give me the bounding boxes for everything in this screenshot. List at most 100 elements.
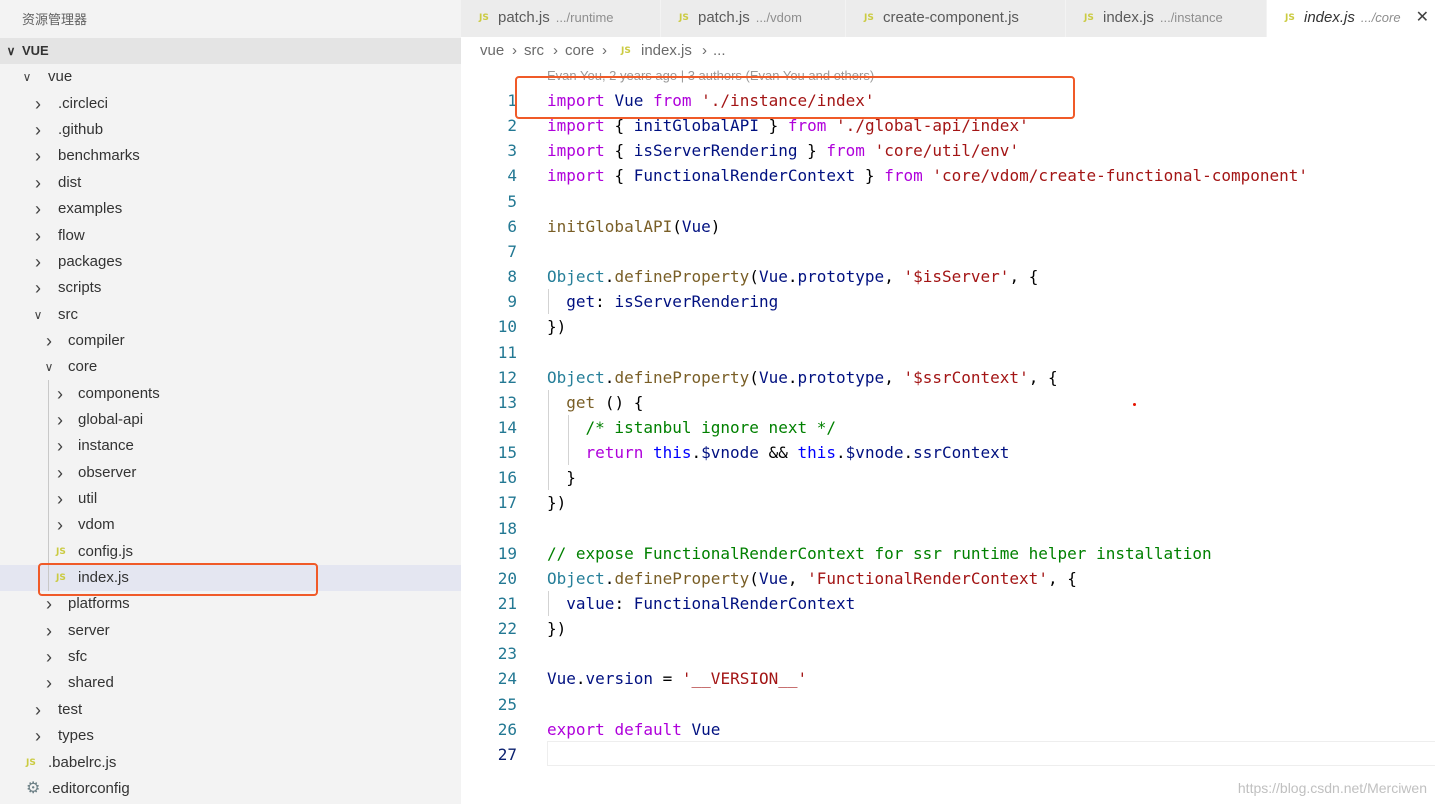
code-line[interactable]: 6 initGlobalAPI(Vue) [461,214,1435,239]
breadcrumb-item[interactable]: ... [713,37,726,65]
annotation-box-index-js [38,563,318,596]
code-line[interactable]: 16 } [461,465,1435,490]
code-line[interactable]: 19 // expose FunctionalRenderContext for … [461,541,1435,566]
editor-tab[interactable]: JS patch.js .../vdom [661,0,846,37]
tree-item-label: flow [58,226,85,244]
tree-root-label: VUE [22,43,49,58]
tree-item[interactable]: › global-api [0,407,461,433]
code-line[interactable]: 25 [461,692,1435,717]
code-line[interactable]: 14 /* istanbul ignore next */ [461,415,1435,440]
code-line[interactable]: 7 [461,239,1435,264]
annotation-box-import-line [515,76,1075,119]
code-line[interactable]: 13 get () { [461,390,1435,415]
editor-tab[interactable]: JS create-component.js [846,0,1066,37]
line-number: 4 [507,166,517,186]
code-line[interactable]: 20 Object.defineProperty(Vue, 'Functional… [461,566,1435,591]
code-line[interactable]: 22}) [461,616,1435,641]
code-line[interactable]: 11 [461,340,1435,365]
breadcrumb-item[interactable]: index.js [641,37,692,65]
tree-item[interactable]: › instance [0,433,461,459]
tab-filename: index.js [1304,9,1355,26]
tree-item[interactable]: › util [0,486,461,512]
editor-tab[interactable]: JS patch.js .../runtime [461,0,661,37]
chevron-right-icon: › [46,647,52,668]
code-line[interactable]: 27 [461,742,1435,767]
chevron-right-icon: › [35,172,41,193]
chevron-right-icon: › [35,726,41,747]
tree-item[interactable]: › .circleci [0,91,461,117]
js-file-icon: JS [479,13,489,23]
code-line[interactable]: 24 Vue.version = '__VERSION__' [461,666,1435,691]
code-line[interactable]: 18 [461,516,1435,541]
chevron-right-icon: › [512,42,517,59]
code-line[interactable]: 8 Object.defineProperty(Vue.prototype, '$… [461,264,1435,289]
breadcrumb-item[interactable]: vue [480,37,504,65]
code-line[interactable]: 15 return this.$vnode && this.$vnode.ssr… [461,440,1435,465]
tree-item[interactable]: › vdom [0,512,461,538]
tree-item[interactable]: › benchmarks [0,143,461,169]
tree-item-label: server [68,621,110,639]
close-icon[interactable]: ✕ [1416,0,1429,36]
code-line[interactable]: 26 export default Vue [461,717,1435,742]
tree-item[interactable]: › examples [0,196,461,222]
code-line[interactable]: 12 Object.defineProperty(Vue.prototype, '… [461,365,1435,390]
code-text: value: FunctionalRenderContext [566,594,856,613]
tab-description: .../runtime [555,10,614,25]
tree-item[interactable]: ∨ core [0,354,461,380]
editor-tab-bar: JS patch.js .../runtime JS patch.js .../vdom J… [461,0,1435,37]
line-number: 3 [507,141,517,161]
tree-item[interactable]: JS config.js [0,539,461,565]
chevron-right-icon: › [35,93,41,114]
code-text: /* istanbul ignore next */ [585,417,836,437]
tree-item[interactable]: › scripts [0,275,461,301]
breadcrumb-item[interactable]: core [565,37,594,65]
tree-item-label: components [78,384,160,402]
tree-item[interactable]: › .github [0,117,461,143]
tree-item[interactable]: › types [0,723,461,749]
line-number: 20 [497,568,517,588]
code-line[interactable]: 9 get: isServerRendering [461,289,1435,314]
chevron-right-icon: › [35,225,41,246]
line-number: 16 [497,468,517,488]
code-line[interactable]: 17}) [461,490,1435,515]
tree-item[interactable]: JS .babelrc.js [0,750,461,776]
code-line[interactable]: 21 value: FunctionalRenderContext [461,591,1435,616]
tree-item[interactable]: ⚙ .editorconfig [0,776,461,802]
line-number: 2 [507,116,517,136]
tree-indent-guide [48,380,49,591]
tree-item[interactable]: › flow [0,223,461,249]
tree-item[interactable]: › test [0,697,461,723]
tree-item[interactable]: › compiler [0,328,461,354]
line-number: 14 [497,417,517,437]
js-file-icon: JS [1285,13,1295,23]
tree-item-label: packages [58,252,123,270]
editor-tab[interactable]: JS index.js .../core ✕ [1267,0,1435,37]
chevron-right-icon: › [57,489,63,509]
tree-root-vue[interactable]: ∨ VUE [0,38,461,64]
code-line[interactable]: 23 [461,641,1435,666]
tree-item[interactable]: › components [0,381,461,407]
tree-item-label: .babelrc.js [48,753,117,771]
code-line[interactable]: 10}) [461,314,1435,339]
tree-item[interactable]: › shared [0,670,461,696]
tree-item[interactable]: › sfc [0,644,461,670]
editor-tab[interactable]: JS index.js .../instance [1066,0,1267,37]
tree-item[interactable]: ∨ vue [0,64,461,90]
code-line[interactable]: 5 [461,189,1435,214]
code-editor[interactable]: Evan You, 2 years ago | 3 authors (Evan … [461,65,1435,804]
tree-item[interactable]: › packages [0,249,461,275]
tree-item[interactable]: › dist [0,170,461,196]
tree-item[interactable]: › observer [0,460,461,486]
tab-filename: index.js [1103,9,1154,26]
breadcrumb-item[interactable]: src [524,37,544,65]
code-line[interactable]: 3 import { isServerRendering } from 'core… [461,138,1435,163]
code-text: import { isServerRendering } from 'core/… [547,141,1020,161]
indent-guide [548,289,549,315]
tree-item[interactable]: ∨ src [0,302,461,328]
tree-item[interactable]: › server [0,618,461,644]
tab-label: patch.js .../vdom [698,0,802,36]
chevron-right-icon: › [57,462,63,483]
line-number: 25 [497,694,517,714]
indent-guide [568,414,569,466]
code-line[interactable]: 4 import { FunctionalRenderContext } from… [461,163,1435,188]
